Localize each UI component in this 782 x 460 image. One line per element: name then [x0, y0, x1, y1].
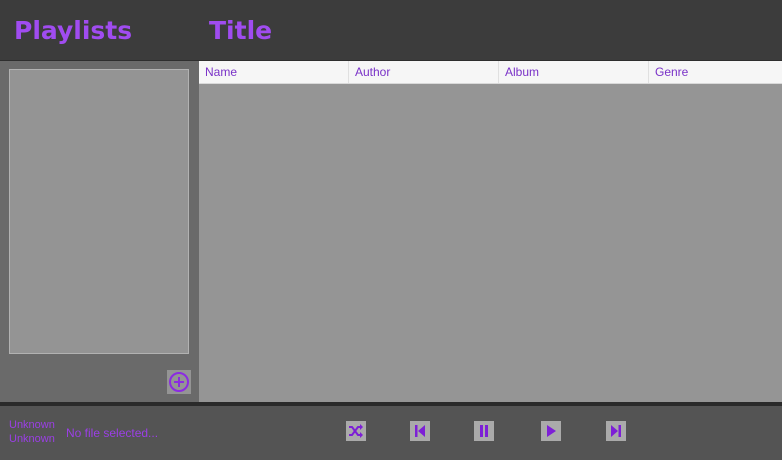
- player-bar: Unknown Unknown No file selected...: [0, 406, 782, 460]
- track-table-body[interactable]: [199, 84, 782, 402]
- header-bar: Playlists Title: [0, 0, 782, 61]
- add-circle-icon: [169, 372, 189, 392]
- file-status: No file selected...: [66, 426, 159, 440]
- shuffle-icon: [349, 424, 363, 438]
- track-list-panel: Name Author Album Genre: [199, 61, 782, 402]
- track-info: Unknown Unknown: [9, 418, 55, 446]
- column-header-album[interactable]: Album: [499, 61, 649, 83]
- pause-icon: [480, 425, 488, 437]
- playlists-heading: Playlists: [14, 16, 133, 45]
- previous-button[interactable]: [410, 421, 430, 441]
- column-header-name[interactable]: Name: [199, 61, 349, 83]
- next-icon: [611, 425, 621, 437]
- playlist-list[interactable]: [9, 69, 189, 354]
- previous-icon: [415, 425, 425, 437]
- page-title: Title: [209, 16, 273, 45]
- column-header-author[interactable]: Author: [349, 61, 499, 83]
- playlist-sidebar: [0, 61, 199, 402]
- column-header-genre[interactable]: Genre: [649, 61, 782, 83]
- pause-button[interactable]: [474, 421, 494, 441]
- add-playlist-button[interactable]: [167, 370, 191, 394]
- table-header: Name Author Album Genre: [199, 61, 782, 84]
- track-title: Unknown: [9, 419, 55, 431]
- track-artist: Unknown: [9, 433, 55, 445]
- play-icon: [547, 425, 556, 437]
- play-button[interactable]: [541, 421, 561, 441]
- next-button[interactable]: [606, 421, 626, 441]
- shuffle-button[interactable]: [346, 421, 366, 441]
